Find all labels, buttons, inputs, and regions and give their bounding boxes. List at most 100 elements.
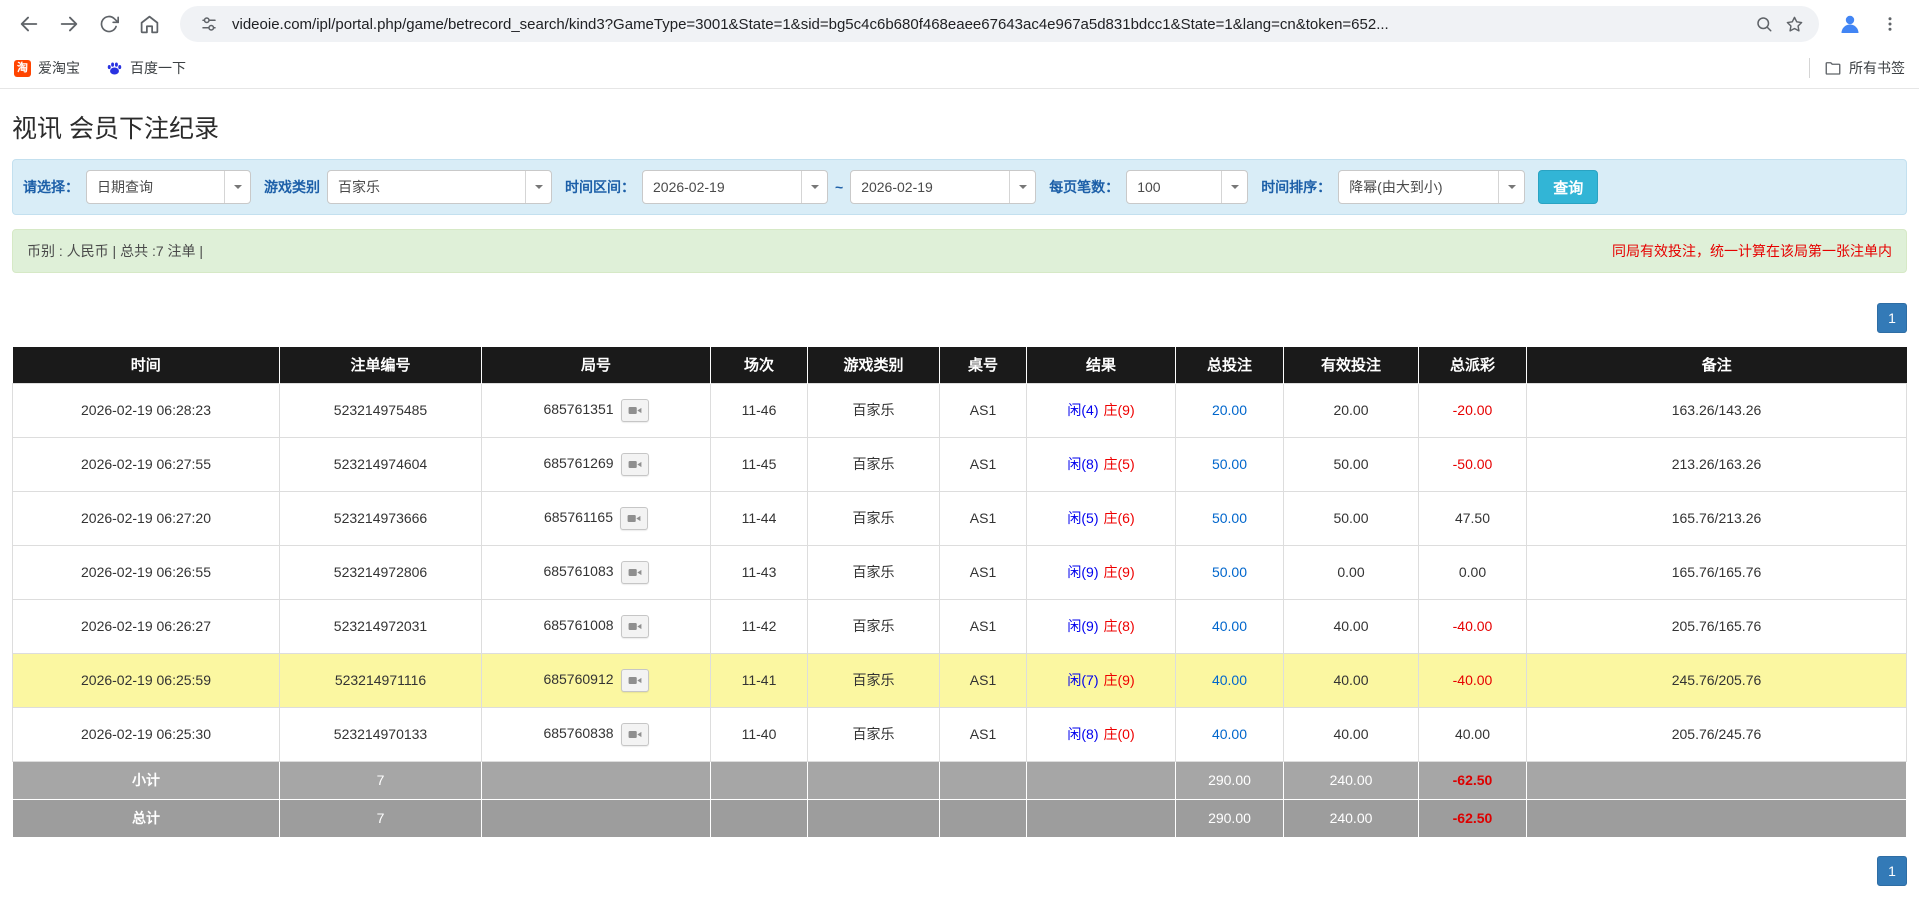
page-size-select[interactable]: 100 (1126, 170, 1248, 204)
cell-table-no: AS1 (940, 707, 1027, 761)
cell-note: 205.76/245.76 (1527, 707, 1907, 761)
cell-payout: 47.50 (1419, 491, 1527, 545)
cell-payout: 40.00 (1419, 707, 1527, 761)
table-row: 2026-02-19 06:27:20 523214973666 6857611… (13, 491, 1907, 545)
bookmark-baidu[interactable]: 百度一下 (106, 58, 186, 78)
video-replay-button[interactable] (620, 507, 648, 530)
user-avatar-icon (1838, 12, 1862, 36)
result-player: 闲(8) (1067, 456, 1098, 472)
bookmark-aitaobao[interactable]: 淘 爱淘宝 (14, 58, 80, 78)
subtotal-payout: -62.50 (1419, 761, 1527, 799)
date-to-select[interactable]: 2026-02-19 (850, 170, 1036, 204)
video-replay-button[interactable] (621, 669, 649, 692)
video-replay-button[interactable] (621, 561, 649, 584)
cell-time: 2026-02-19 06:27:55 (13, 437, 280, 491)
total-bet-link[interactable]: 40.00 (1212, 726, 1247, 742)
total-bet-link[interactable]: 50.00 (1212, 456, 1247, 472)
cell-valid-bet: 50.00 (1284, 491, 1419, 545)
round-id-text: 685760838 (543, 725, 613, 741)
query-type-label: 请选择： (23, 177, 79, 197)
cell-valid-bet: 40.00 (1284, 599, 1419, 653)
cell-total-bet: 40.00 (1176, 599, 1284, 653)
divider (1809, 58, 1810, 78)
cell-bet-id: 523214975485 (280, 383, 482, 437)
back-button[interactable] (10, 5, 48, 43)
total-bet-link[interactable]: 50.00 (1212, 564, 1247, 580)
url-text[interactable]: videoie.com/ipl/portal.php/game/betrecor… (232, 16, 1739, 33)
cell-total-bet: 50.00 (1176, 437, 1284, 491)
chevron-down-icon (224, 171, 250, 203)
result-player: 闲(7) (1067, 672, 1098, 688)
page-title: 视讯 会员下注纪录 (12, 109, 1907, 145)
profile-avatar[interactable] (1831, 5, 1869, 43)
kebab-menu-icon (1881, 15, 1899, 33)
game-type-label: 游戏类别 (264, 177, 320, 197)
total-bet-link[interactable]: 50.00 (1212, 510, 1247, 526)
address-bar[interactable]: videoie.com/ipl/portal.php/game/betrecor… (180, 6, 1819, 42)
pagination-bottom: 1 (12, 856, 1907, 886)
forward-icon (58, 13, 80, 35)
cell-valid-bet: 0.00 (1284, 545, 1419, 599)
round-id-text: 685761351 (543, 401, 613, 417)
total-bet-link[interactable]: 20.00 (1212, 402, 1247, 418)
taobao-icon: 淘 (14, 60, 31, 77)
table-row: 2026-02-19 06:25:59 523214971116 6857609… (13, 653, 1907, 707)
back-icon (18, 13, 40, 35)
total-bet-link[interactable]: 40.00 (1212, 672, 1247, 688)
date-to-value: 2026-02-19 (861, 179, 933, 195)
subtotal-valid-bet: 240.00 (1284, 761, 1419, 799)
result-banker: 庄(5) (1104, 456, 1135, 472)
cell-round-id: 685761165 (482, 491, 711, 545)
cell-session: 11-42 (711, 599, 808, 653)
result-banker: 庄(9) (1104, 564, 1135, 580)
cell-game-type: 百家乐 (808, 545, 940, 599)
pagination-page-1[interactable]: 1 (1877, 856, 1907, 886)
cell-time: 2026-02-19 06:25:30 (13, 707, 280, 761)
cell-total-bet: 50.00 (1176, 491, 1284, 545)
camera-icon (628, 620, 642, 633)
zoom-icon[interactable] (1749, 9, 1779, 39)
bookmark-label: 百度一下 (130, 58, 186, 78)
video-replay-button[interactable] (621, 723, 649, 746)
pagination-page-1[interactable]: 1 (1877, 303, 1907, 333)
cell-total-bet: 40.00 (1176, 653, 1284, 707)
video-replay-button[interactable] (621, 399, 649, 422)
camera-icon (628, 566, 642, 579)
column-header: 游戏类别 (808, 347, 940, 383)
bookmark-star-icon[interactable] (1779, 9, 1809, 39)
column-header: 时间 (13, 347, 280, 383)
round-id-text: 685761083 (543, 563, 613, 579)
subtotal-count: 7 (280, 761, 482, 799)
reload-button[interactable] (90, 5, 128, 43)
total-bet-link[interactable]: 40.00 (1212, 618, 1247, 634)
result-banker: 庄(9) (1104, 672, 1135, 688)
sort-select[interactable]: 降幂(由大到小) (1338, 170, 1525, 204)
site-settings-icon[interactable] (194, 9, 224, 39)
cell-result: 闲(8) 庄(5) (1027, 437, 1176, 491)
cell-table-no: AS1 (940, 383, 1027, 437)
summary-notice-text: 同局有效投注，统一计算在该局第一张注单内 (1612, 241, 1892, 261)
menu-kebab-button[interactable] (1871, 5, 1909, 43)
home-button[interactable] (130, 5, 168, 43)
query-type-select[interactable]: 日期查询 (86, 170, 251, 204)
game-type-value: 百家乐 (338, 177, 380, 197)
video-replay-button[interactable] (621, 453, 649, 476)
table-header-row: 时间注单编号局号场次游戏类别桌号结果总投注有效投注总派彩备注 (13, 347, 1907, 383)
cell-payout: 0.00 (1419, 545, 1527, 599)
column-header: 场次 (711, 347, 808, 383)
round-id-text: 685761008 (543, 617, 613, 633)
date-from-select[interactable]: 2026-02-19 (642, 170, 828, 204)
forward-button[interactable] (50, 5, 88, 43)
game-type-select[interactable]: 百家乐 (327, 170, 552, 204)
all-bookmarks-button[interactable]: 所有书签 (1824, 58, 1905, 78)
cell-game-type: 百家乐 (808, 707, 940, 761)
video-replay-button[interactable] (621, 615, 649, 638)
cell-valid-bet: 20.00 (1284, 383, 1419, 437)
home-icon (139, 14, 160, 35)
cell-payout: -50.00 (1419, 437, 1527, 491)
table-body: 2026-02-19 06:28:23 523214975485 6857613… (13, 383, 1907, 761)
cell-session: 11-44 (711, 491, 808, 545)
search-button[interactable]: 查询 (1538, 170, 1598, 204)
cell-result: 闲(8)庄(0) (1027, 707, 1176, 761)
reload-icon (99, 14, 119, 34)
